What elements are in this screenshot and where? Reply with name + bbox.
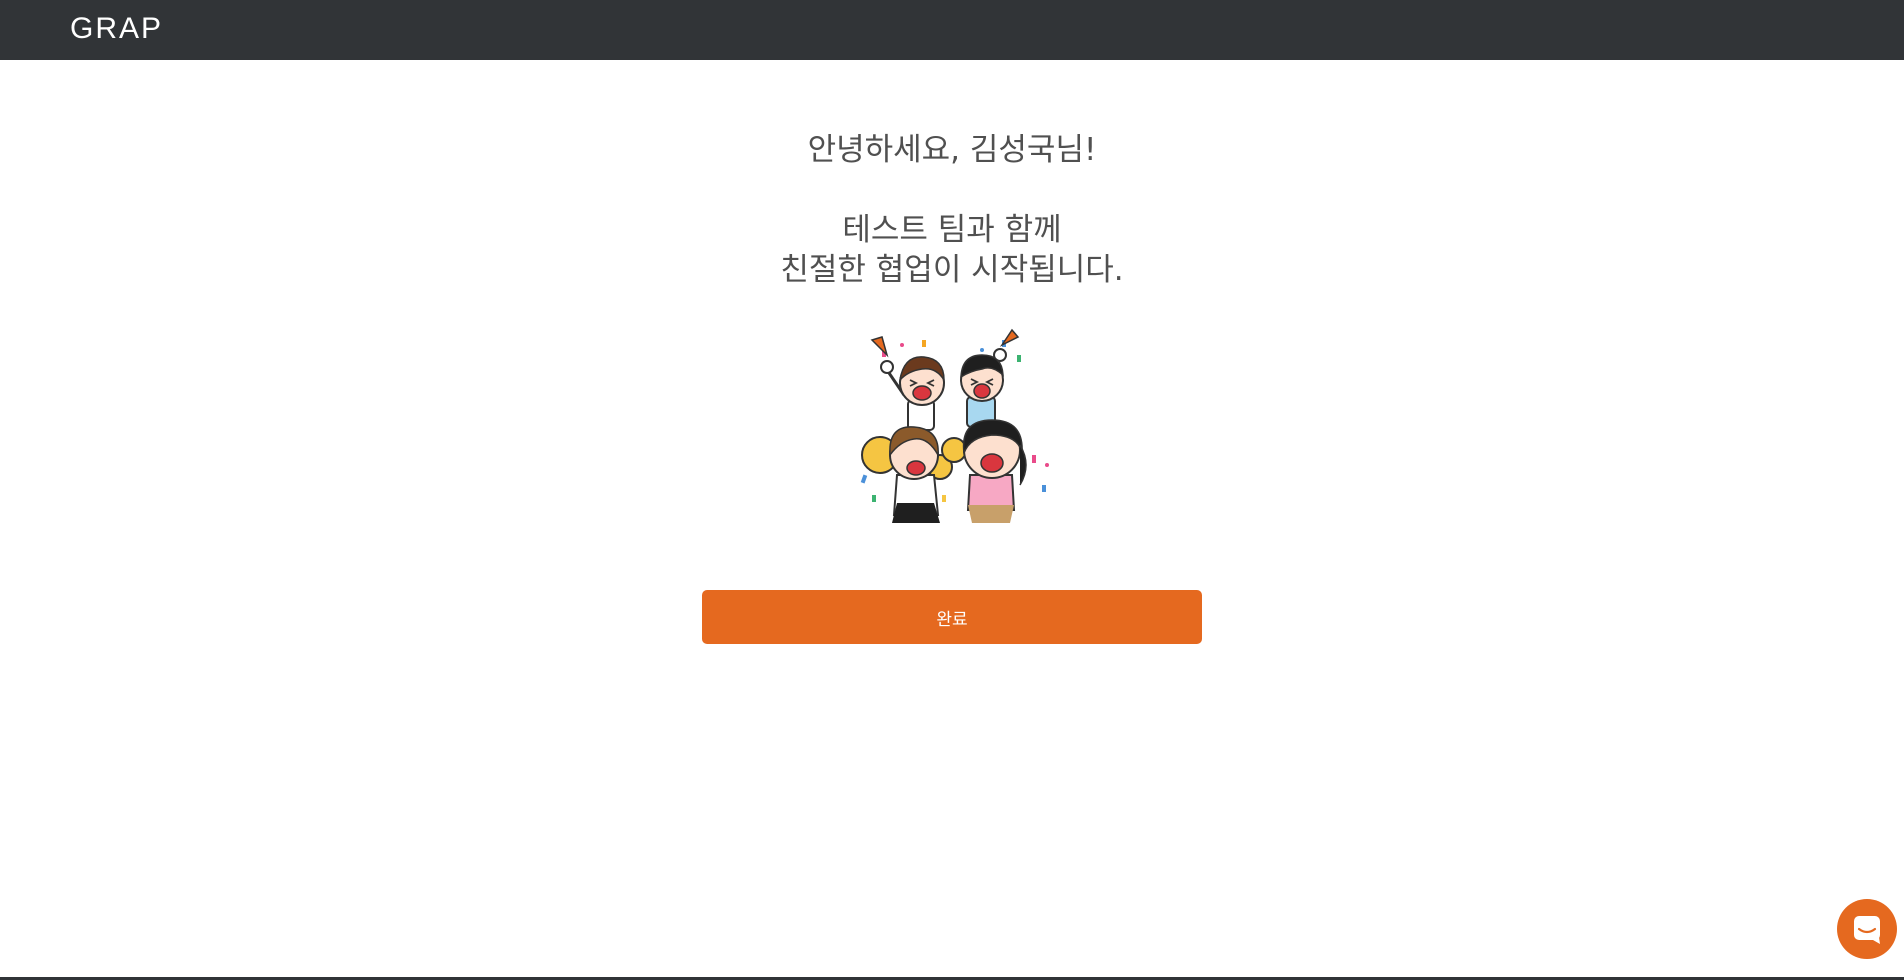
person-bottom-right [941, 419, 1027, 523]
greeting-text: 안녕하세요, 김성국님! [807, 132, 1097, 168]
welcome-message: 테스트 팀과 함께 친절한 협업이 시작됩니다. [0, 210, 1904, 290]
chat-launcher-button[interactable] [1837, 899, 1897, 959]
person-top-right [960, 328, 1020, 428]
person-bottom-left [861, 426, 953, 523]
welcome-panel: 안녕하세요, 김성국님! 테스트 팀과 함께 친절한 협업이 시작됩니다. 완료 [0, 60, 1904, 644]
welcome-message-line2: 친절한 협업이 시작됩니다. [780, 252, 1124, 288]
person-top-left [870, 336, 945, 431]
top-navigation-bar: GRAP [0, 0, 1904, 60]
chat-bubble-icon [1854, 916, 1880, 944]
welcome-message-line1: 테스트 팀과 함께 [842, 212, 1062, 248]
grap-logo[interactable]: GRAP [70, 13, 163, 45]
celebrating-team-illustration [860, 328, 1049, 523]
done-button[interactable]: 완료 [702, 590, 1202, 644]
